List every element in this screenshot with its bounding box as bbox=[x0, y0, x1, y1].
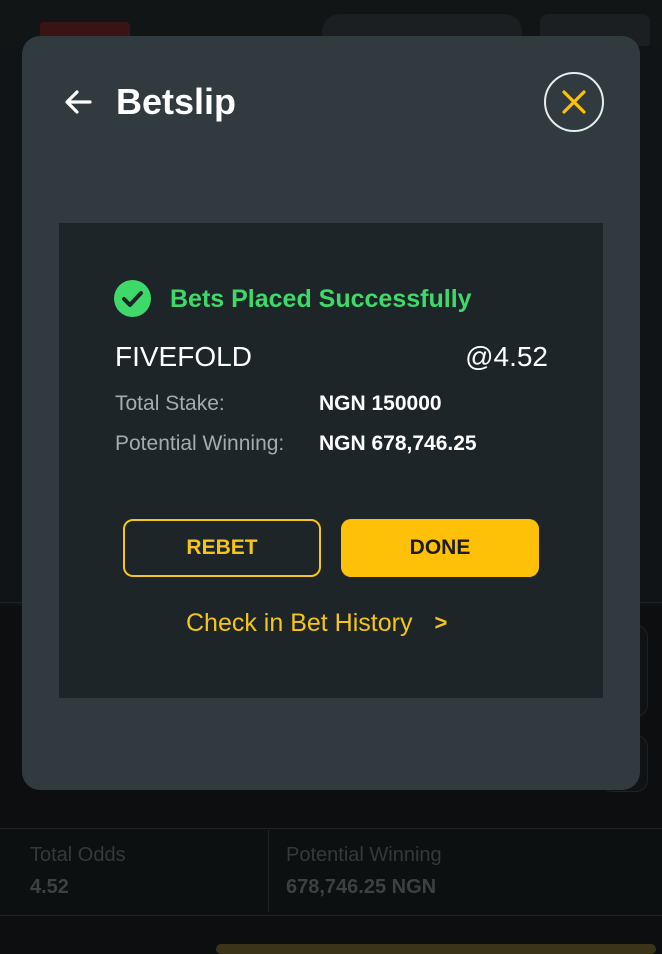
total-stake-label: Total Stake: bbox=[115, 392, 225, 415]
back-button[interactable] bbox=[60, 86, 96, 118]
footer-total-odds-label: Total Odds bbox=[30, 844, 126, 866]
chevron-right-icon: > bbox=[434, 610, 448, 635]
check-circle-icon bbox=[114, 280, 151, 317]
rebet-button[interactable]: REBET bbox=[123, 519, 321, 577]
success-message: Bets Placed Successfully bbox=[170, 285, 472, 313]
footer-potential-winning-label: Potential Winning bbox=[286, 844, 442, 866]
modal-title: Betslip bbox=[116, 81, 237, 122]
potential-winning-label: Potential Winning: bbox=[115, 432, 285, 455]
done-button[interactable]: DONE bbox=[341, 519, 539, 577]
background-footer-divider bbox=[268, 830, 269, 912]
bet-history-link[interactable]: Check in Bet History > bbox=[186, 606, 447, 640]
bet-history-link-label: Check in Bet History bbox=[186, 608, 413, 637]
close-icon bbox=[562, 90, 586, 114]
total-stake-value: NGN 150000 bbox=[319, 392, 442, 415]
background-footer bbox=[0, 828, 662, 916]
bet-type: FIVEFOLD bbox=[115, 341, 252, 372]
close-button[interactable] bbox=[544, 72, 604, 132]
bet-odds: @4.52 bbox=[465, 341, 548, 372]
background-bottom-button bbox=[216, 944, 656, 954]
arrow-left-icon bbox=[65, 90, 92, 114]
footer-potential-winning-value: 678,746.25 NGN bbox=[286, 876, 437, 898]
potential-winning-value: NGN 678,746.25 bbox=[319, 432, 477, 455]
footer-total-odds-value: 4.52 bbox=[30, 876, 69, 898]
